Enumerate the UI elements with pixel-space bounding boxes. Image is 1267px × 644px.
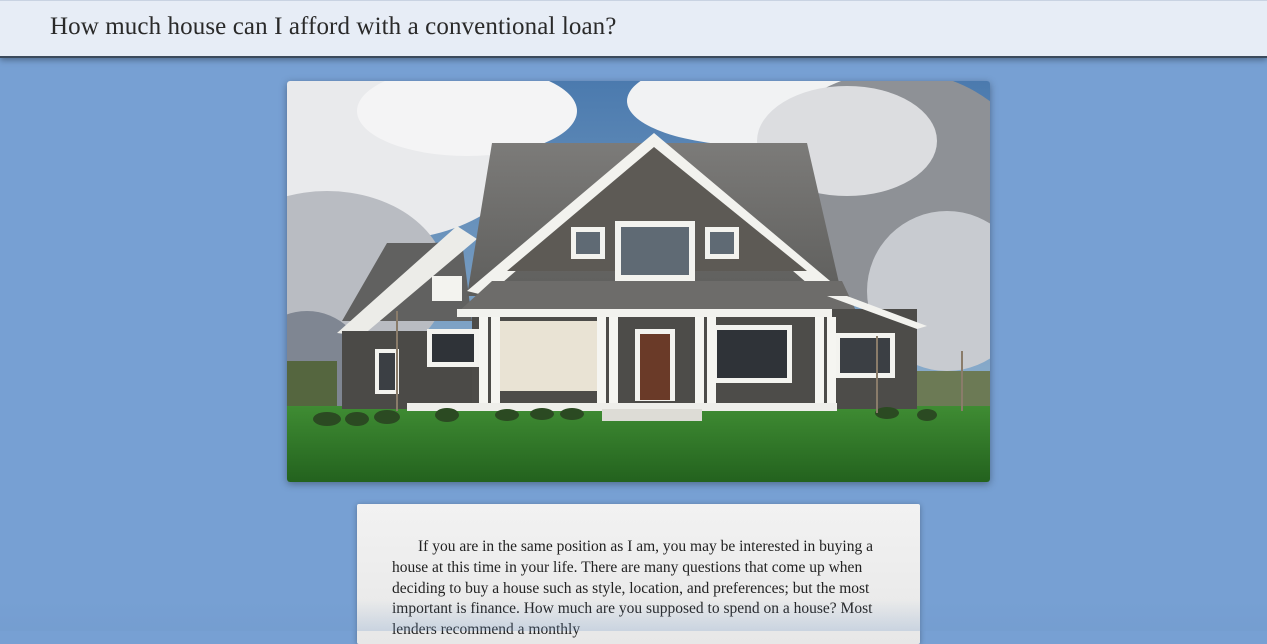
hero-image (287, 81, 990, 482)
article-paragraph: If you are in the same position as I am,… (392, 538, 873, 639)
page-header: How much house can I afford with a conve… (0, 0, 1267, 58)
article-card: If you are in the same position as I am,… (357, 504, 920, 644)
page-title: How much house can I afford with a conve… (50, 13, 617, 40)
